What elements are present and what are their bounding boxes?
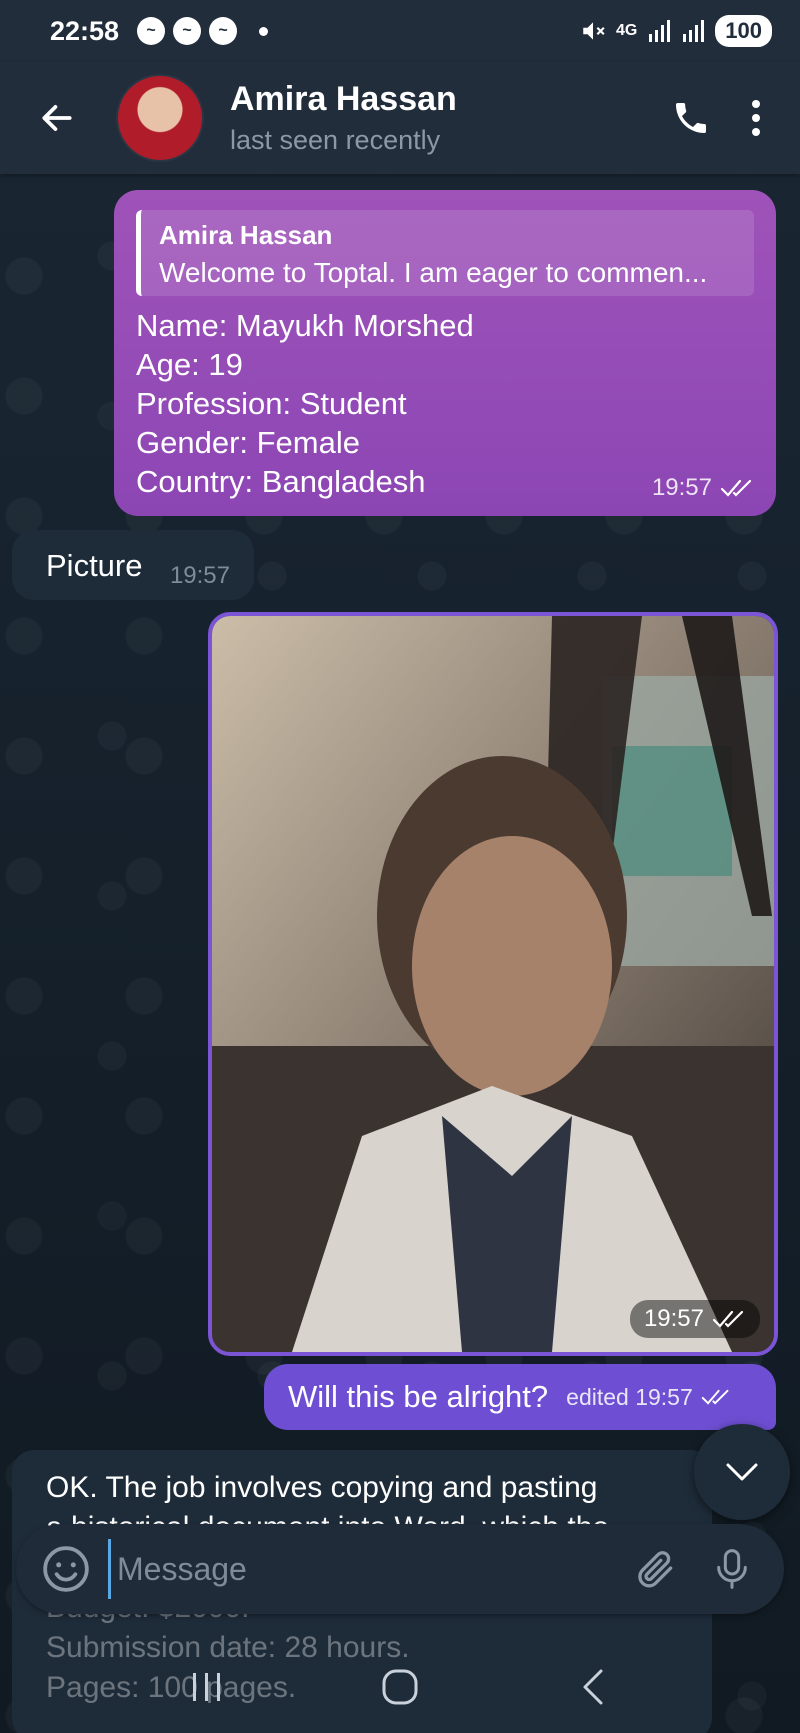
phone-icon — [676, 103, 706, 133]
selfie-photo — [212, 616, 774, 1352]
home-icon — [382, 1669, 418, 1704]
recents-icon — [192, 1672, 220, 1701]
message-time: 19:57 — [643, 1305, 704, 1332]
message-outgoing-photo[interactable]: 19:57 — [208, 612, 778, 1356]
paperclip-icon — [638, 1551, 673, 1588]
chevron-left-icon — [583, 1669, 603, 1704]
smiley-icon — [43, 1546, 89, 1592]
message-line: Profession: Student — [136, 386, 407, 421]
contact-status: last seen recently — [230, 125, 441, 155]
message-outgoing-info[interactable]: Amira Hassan Welcome to Toptal. I am eag… — [114, 190, 776, 516]
mute-icon — [583, 22, 605, 40]
message-edited-time: edited 19:57 — [566, 1383, 693, 1410]
message-text: Will this be alright? — [288, 1379, 549, 1414]
message-composer — [16, 1524, 784, 1614]
avatar[interactable] — [116, 74, 204, 162]
more-options-button[interactable] — [726, 83, 786, 153]
double-check-icon — [720, 479, 752, 497]
message-line: Age: 19 — [136, 347, 243, 382]
double-check-icon — [712, 1310, 744, 1328]
microphone-icon — [717, 1549, 747, 1589]
message-text: Name: Mayukh Morshed Age: 19 Profession:… — [136, 306, 754, 501]
more-vertical-icon — [752, 100, 760, 136]
call-button[interactable] — [656, 83, 726, 153]
reply-author: Amira Hassan — [159, 220, 333, 250]
system-navigation-bar — [0, 1640, 800, 1733]
double-check-icon — [701, 1389, 729, 1405]
home-button[interactable] — [365, 1652, 435, 1722]
battery-indicator: 100 — [715, 15, 772, 47]
message-time: 19:57 — [169, 562, 230, 589]
back-nav-button[interactable] — [558, 1652, 628, 1722]
more-notifications-icon — [259, 26, 269, 36]
message-outgoing-edited[interactable]: Will this be alright? edited 19:57 — [264, 1364, 776, 1430]
recent-apps-button[interactable] — [172, 1652, 242, 1722]
message-meta: edited 19:57 — [566, 1384, 731, 1411]
message-meta: 19:57 — [170, 562, 230, 590]
arrow-left-icon — [42, 105, 72, 131]
emoji-button[interactable] — [38, 1541, 94, 1597]
message-meta: 19:57 — [629, 1300, 760, 1338]
signal-icon — [649, 20, 671, 42]
messenger-icon: ~ — [137, 17, 166, 45]
chat-header: Amira Hassan last seen recently — [0, 62, 800, 174]
status-bar: 22:58 ~ ~ ~ 4G 100 — [0, 0, 800, 62]
notification-icons: ~ ~ ~ — [137, 17, 269, 45]
message-input[interactable] — [108, 1539, 610, 1599]
status-time: 22:58 — [50, 15, 120, 46]
contact-name: Amira Hassan — [230, 80, 457, 118]
scroll-to-bottom-button[interactable] — [694, 1424, 790, 1520]
message-line: Gender: Female — [136, 425, 360, 460]
contact-title[interactable]: Amira Hassan last seen recently — [230, 80, 457, 156]
reply-quote[interactable]: Amira Hassan Welcome to Toptal. I am eag… — [136, 210, 754, 296]
message-time: 19:57 — [651, 474, 712, 501]
reply-text: Welcome to Toptal. I am eager to commen.… — [159, 257, 708, 288]
message-text: Picture — [46, 548, 143, 583]
messenger-icon: ~ — [209, 17, 238, 45]
message-line: Name: Mayukh Morshed — [136, 308, 474, 343]
status-right: 4G 100 — [580, 15, 772, 47]
back-button[interactable] — [22, 83, 92, 153]
attach-button[interactable] — [626, 1539, 686, 1599]
messenger-icon: ~ — [173, 17, 202, 45]
chevron-down-icon — [726, 1463, 758, 1481]
message-incoming-picture-label[interactable]: Picture 19:57 — [12, 530, 254, 600]
message-line: OK. The job involves copying and pasting — [46, 1471, 598, 1504]
message-meta: 19:57 — [652, 474, 754, 502]
network-label: 4G — [615, 22, 638, 39]
signal-icon — [683, 20, 705, 42]
voice-record-button[interactable] — [702, 1539, 762, 1599]
